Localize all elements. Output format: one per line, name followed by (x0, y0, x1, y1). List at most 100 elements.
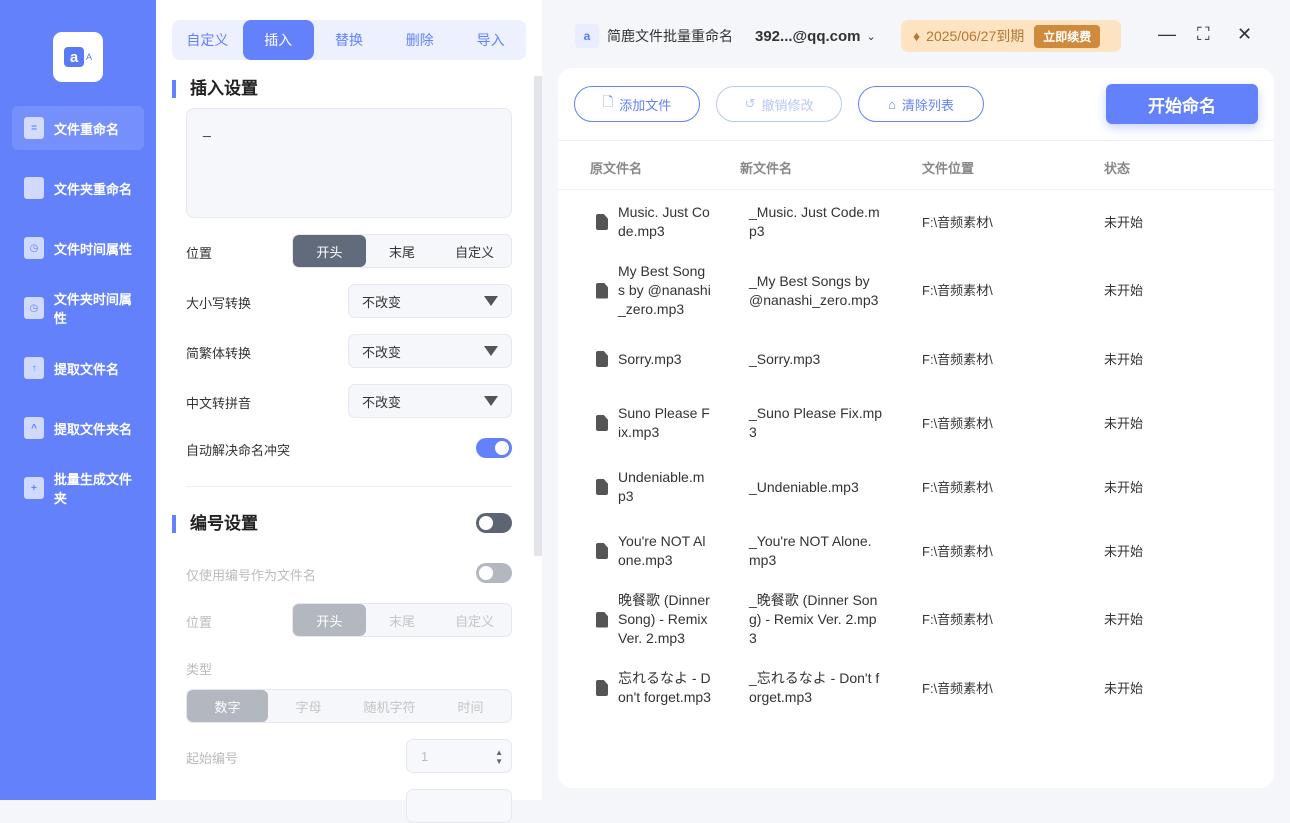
position-end[interactable]: 末尾 (366, 235, 439, 267)
sidebar-item-batch-create-folder[interactable]: + 批量生成文件夹 (12, 466, 144, 510)
status: 未开始 (1104, 680, 1144, 696)
conflict-toggle[interactable] (476, 438, 512, 458)
maximize-icon[interactable]: ⛶ (1197, 24, 1210, 45)
settings-scrollbar[interactable] (534, 76, 542, 556)
file-icon: = (24, 117, 44, 139)
position-segment: 开头 末尾 自定义 (292, 234, 512, 268)
account-menu[interactable]: 392...@qq.com (755, 28, 861, 45)
logo-small: A (85, 52, 92, 62)
sidebar-item-extract-foldername[interactable]: ^ 提取文件夹名 (12, 406, 144, 450)
num-position-custom[interactable]: 自定义 (438, 604, 511, 636)
num-position-end[interactable]: 末尾 (366, 604, 439, 636)
position-start[interactable]: 开头 (293, 235, 366, 267)
file-location: F:\音频素材\ (922, 479, 993, 495)
original-name-text: Sorry.mp3 (618, 350, 682, 367)
start-rename-button[interactable]: 开始命名 (1106, 84, 1258, 124)
original-name: 忘れるなよ - Don't forget.mp3 (596, 669, 712, 707)
file-icon (596, 214, 608, 230)
new-name: _My Best Songs by @nanashi_zero.mp3 (749, 272, 879, 308)
table-header: 原文件名 新文件名 文件位置 状态 (558, 140, 1274, 190)
broom-icon: ⌂ (888, 96, 896, 112)
clear-list-button[interactable]: ⌂ 清除列表 (858, 86, 984, 122)
file-location: F:\音频素材\ (922, 415, 993, 431)
tab-replace[interactable]: 替换 (314, 20, 385, 60)
file-add-icon: 🗋 (602, 94, 614, 109)
sidebar-item-folder-rename[interactable]: 文件夹重命名 (12, 166, 144, 210)
sidebar-item-label: 批量生成文件夹 (53, 472, 132, 506)
only-number-toggle[interactable] (476, 563, 512, 583)
number-input-2[interactable] (406, 789, 512, 823)
tab-delete[interactable]: 删除 (384, 20, 455, 60)
logo-letter: a (63, 47, 84, 67)
clear-list-label: 清除列表 (901, 97, 954, 113)
numbering-toggle[interactable] (476, 513, 512, 533)
chevron-down-icon[interactable]: ⌄ (867, 30, 876, 43)
num-position-start[interactable]: 开头 (293, 604, 366, 636)
case-label: 大小写转换 (186, 296, 252, 311)
original-name-text: You're NOT Alone.mp3 (618, 533, 706, 568)
position-custom[interactable]: 自定义 (438, 235, 511, 267)
table-row[interactable]: Music. Just Code.mp3 _Music. Just Code.mp… (558, 190, 1274, 254)
table-row[interactable]: 忘れるなよ - Don't forget.mp3 _忘れるなよ - Don't f… (558, 656, 1274, 720)
tab-custom[interactable]: 自定义 (172, 20, 243, 60)
tab-import[interactable]: 导入 (455, 20, 526, 60)
pinyin-select[interactable]: 不改变 (348, 384, 512, 418)
insert-text-input[interactable]: _ (186, 108, 512, 218)
type-label: 类型 (186, 662, 213, 677)
sidebar-item-extract-filename[interactable]: ↑ 提取文件名 (12, 346, 144, 390)
folder-up-icon: ^ (24, 417, 44, 439)
tab-insert[interactable]: 插入 (242, 20, 314, 60)
sidebar-item-label: 提取文件夹名 (54, 421, 133, 437)
status: 未开始 (1104, 612, 1144, 627)
table-row[interactable]: Sorry.mp3 _Sorry.mp3 F:\音频素材\ 未开始 (558, 327, 1274, 391)
original-name-text: Music. Just Code.mp3 (618, 204, 710, 239)
status: 未开始 (1104, 214, 1144, 230)
table-row[interactable]: 晚餐歌 (Dinner Song) - Remix Ver. 2.mp3 _晚餐歌… (558, 583, 1274, 656)
original-name: You're NOT Alone.mp3 (596, 532, 712, 570)
original-name-text: 晚餐歌 (Dinner Song) - Remix Ver. 2.mp3 (618, 592, 710, 646)
original-name-text: Undeniable.mp3 (618, 469, 705, 504)
conflict-label: 自动解决命名冲突 (186, 443, 291, 458)
col-status[interactable]: 状态 (1104, 158, 1130, 177)
renew-button[interactable]: 立即续费 (1034, 24, 1101, 48)
table-row[interactable]: Suno Please Fix.mp3 _Suno Please Fix.mp3 F… (558, 391, 1274, 455)
col-location[interactable]: 文件位置 (922, 158, 974, 177)
caret-down-icon (484, 346, 498, 356)
undo-button[interactable]: ↺ 撤销修改 (716, 86, 842, 122)
file-icon (596, 611, 608, 628)
new-name: _Music. Just Code.mp3 (749, 204, 880, 239)
file-upload-icon: ↑ (24, 357, 44, 379)
file-location: F:\音频素材\ (922, 543, 993, 559)
original-name-text: My Best Songs by @nanashi_zero.mp3 (618, 263, 711, 317)
col-new-name[interactable]: 新文件名 (740, 158, 792, 177)
trad-select[interactable]: 不改变 (348, 334, 512, 368)
minimize-icon[interactable]: — (1158, 24, 1176, 45)
stepper-arrows-icon[interactable]: ▲ ▼ (495, 748, 503, 766)
type-random[interactable]: 随机字符 (349, 690, 430, 722)
pinyin-label: 中文转拼音 (186, 396, 252, 411)
type-digit[interactable]: 数字 (187, 690, 268, 722)
pinyin-value: 不改变 (362, 394, 402, 410)
original-name: 晚餐歌 (Dinner Song) - Remix Ver. 2.mp3 (596, 591, 712, 648)
trad-label: 简繁体转换 (186, 346, 252, 361)
sidebar-item-file-time[interactable]: ◷ 文件时间属性 (12, 226, 144, 270)
app-title-bar: a 简鹿文件批量重命名 392...@qq.com ⌄ (575, 22, 876, 50)
table-row[interactable]: Undeniable.mp3 _Undeniable.mp3 F:\音频素材\ 未开始 (558, 455, 1274, 519)
start-number-input[interactable]: 1 ▲ ▼ (406, 739, 512, 773)
type-letter[interactable]: 字母 (268, 690, 349, 722)
file-location: F:\音频素材\ (922, 612, 993, 627)
table-row[interactable]: My Best Songs by @nanashi_zero.mp3 _My Be… (558, 254, 1274, 327)
file-icon (596, 282, 608, 299)
add-file-button[interactable]: 🗋 添加文件 (574, 86, 700, 122)
original-name: Suno Please Fix.mp3 (596, 404, 712, 442)
close-icon[interactable]: ✕ (1237, 24, 1252, 45)
case-select[interactable]: 不改变 (348, 284, 512, 318)
start-number-value: 1 (421, 748, 429, 764)
file-table-body: Music. Just Code.mp3 _Music. Just Code.mp… (558, 190, 1274, 720)
table-row[interactable]: You're NOT Alone.mp3 _You're NOT Alone.mp… (558, 519, 1274, 583)
sidebar-item-folder-time[interactable]: ◷ 文件夹时间属性 (12, 286, 144, 330)
sidebar-item-file-rename[interactable]: = 文件重命名 (12, 106, 144, 150)
type-time[interactable]: 时间 (430, 690, 511, 722)
file-icon (596, 479, 608, 495)
col-original-name[interactable]: 原文件名 (590, 158, 642, 177)
